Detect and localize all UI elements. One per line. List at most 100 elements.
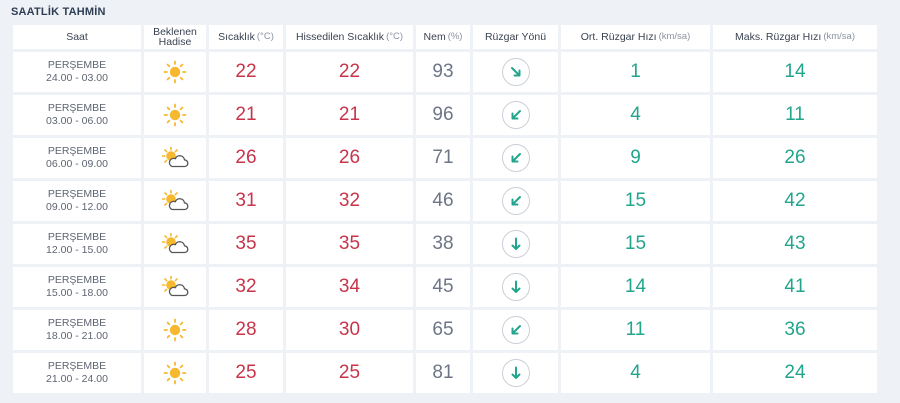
- row-time: PERŞEMBE 03.00 - 06.00: [13, 95, 141, 135]
- temperature-value: 26: [209, 138, 283, 178]
- row-time-range: 24.00 - 03.00: [46, 72, 108, 84]
- humidity-value: 93: [416, 52, 470, 92]
- sunny-icon: [163, 103, 187, 127]
- max-wind-speed-value: 41: [713, 267, 877, 307]
- row-day: PERŞEMBE: [47, 360, 107, 372]
- feels-like-value: 30: [286, 310, 413, 350]
- partly-cloudy-icon: [161, 189, 189, 213]
- wind-direction-indicator: [501, 101, 530, 129]
- row-time: PERŞEMBE 09.00 - 12.00: [13, 181, 141, 221]
- row-time-range: 06.00 - 09.00: [46, 158, 108, 170]
- weather-cell: [144, 52, 206, 92]
- max-wind-speed-value: 14: [713, 52, 877, 92]
- avg-wind-speed-value: 14: [561, 267, 710, 307]
- avg-wind-speed-value: 4: [561, 95, 710, 135]
- feels-like-value: 26: [286, 138, 413, 178]
- temperature-value: 35: [209, 224, 283, 264]
- avg-wind-speed-value: 9: [561, 138, 710, 178]
- header-ruzgar-yonu: Rüzgar Yönü: [473, 25, 558, 49]
- row-day: PERŞEMBE: [47, 317, 107, 329]
- arrow-down-icon: [511, 237, 520, 250]
- weather-cell: [144, 138, 206, 178]
- feels-like-value: 32: [286, 181, 413, 221]
- row-day: PERŞEMBE: [47, 274, 107, 286]
- partly-cloudy-icon: [161, 146, 189, 170]
- wind-direction-cell: [473, 310, 558, 350]
- avg-wind-speed-value: 11: [561, 310, 710, 350]
- max-wind-speed-value: 11: [713, 95, 877, 135]
- arrow-down-left-icon: [511, 153, 521, 163]
- avg-wind-speed-value: 4: [561, 353, 710, 393]
- wind-direction-indicator: [501, 359, 530, 387]
- temperature-value: 31: [209, 181, 283, 221]
- arrow-down-icon: [511, 366, 520, 379]
- row-day: PERŞEMBE: [47, 102, 107, 114]
- humidity-value: 65: [416, 310, 470, 350]
- row-time-range: 03.00 - 06.00: [46, 115, 108, 127]
- avg-wind-speed-value: 1: [561, 52, 710, 92]
- sunny-icon: [163, 318, 187, 342]
- feels-like-value: 25: [286, 353, 413, 393]
- wind-direction-cell: [473, 181, 558, 221]
- header-sicaklik: Sıcaklık (°C): [209, 25, 283, 49]
- row-time: PERŞEMBE 12.00 - 15.00: [13, 224, 141, 264]
- wind-direction-cell: [473, 353, 558, 393]
- sunny-icon: [163, 60, 187, 84]
- wind-direction-indicator: [501, 230, 530, 258]
- row-time: PERŞEMBE 24.00 - 03.00: [13, 52, 141, 92]
- row-time: PERŞEMBE 06.00 - 09.00: [13, 138, 141, 178]
- wind-direction-indicator: [501, 187, 530, 215]
- wind-direction-cell: [473, 138, 558, 178]
- header-saat: Saat: [13, 25, 141, 49]
- avg-wind-speed-value: 15: [561, 181, 710, 221]
- wind-direction-cell: [473, 52, 558, 92]
- max-wind-speed-value: 42: [713, 181, 877, 221]
- feels-like-value: 21: [286, 95, 413, 135]
- weather-cell: [144, 95, 206, 135]
- row-day: PERŞEMBE: [47, 188, 107, 200]
- arrow-down-left-icon: [511, 110, 521, 120]
- weather-cell: [144, 310, 206, 350]
- max-wind-speed-value: 43: [713, 224, 877, 264]
- partly-cloudy-icon: [161, 232, 189, 256]
- wind-direction-indicator: [501, 144, 530, 172]
- row-time-range: 12.00 - 15.00: [46, 244, 108, 256]
- max-wind-speed-value: 24: [713, 353, 877, 393]
- header-maks-hiz: Maks. Rüzgar Hızı (km/sa): [713, 25, 877, 49]
- sunny-icon: [163, 361, 187, 385]
- hourly-forecast-table: Saat Beklenen Hadise Sıcaklık (°C) Hissed…: [13, 25, 877, 393]
- temperature-value: 21: [209, 95, 283, 135]
- feels-like-value: 22: [286, 52, 413, 92]
- row-day: PERŞEMBE: [47, 59, 107, 71]
- humidity-value: 96: [416, 95, 470, 135]
- wind-direction-cell: [473, 267, 558, 307]
- wind-direction-indicator: [501, 316, 530, 344]
- row-time: PERŞEMBE 21.00 - 24.00: [13, 353, 141, 393]
- weather-cell: [144, 181, 206, 221]
- temperature-value: 28: [209, 310, 283, 350]
- humidity-value: 38: [416, 224, 470, 264]
- row-time: PERŞEMBE 15.00 - 18.00: [13, 267, 141, 307]
- row-time: PERŞEMBE 18.00 - 21.00: [13, 310, 141, 350]
- row-time-range: 09.00 - 12.00: [46, 201, 108, 213]
- feels-like-value: 34: [286, 267, 413, 307]
- header-ort-hiz: Ort. Rüzgar Hızı (km/sa): [561, 25, 710, 49]
- row-time-range: 21.00 - 24.00: [46, 373, 108, 385]
- humidity-value: 81: [416, 353, 470, 393]
- max-wind-speed-value: 26: [713, 138, 877, 178]
- temperature-value: 32: [209, 267, 283, 307]
- humidity-value: 71: [416, 138, 470, 178]
- avg-wind-speed-value: 15: [561, 224, 710, 264]
- temperature-value: 25: [209, 353, 283, 393]
- wind-direction-indicator: [501, 58, 530, 86]
- humidity-value: 45: [416, 267, 470, 307]
- weather-cell: [144, 224, 206, 264]
- section-title: SAATLİK TAHMİN: [11, 6, 106, 18]
- wind-direction-indicator: [501, 273, 530, 301]
- max-wind-speed-value: 36: [713, 310, 877, 350]
- row-time-range: 15.00 - 18.00: [46, 287, 108, 299]
- weather-cell: [144, 353, 206, 393]
- header-nem: Nem (%): [416, 25, 470, 49]
- arrow-down-icon: [511, 280, 520, 293]
- header-hissedilen: Hissedilen Sıcaklık (°C): [286, 25, 413, 49]
